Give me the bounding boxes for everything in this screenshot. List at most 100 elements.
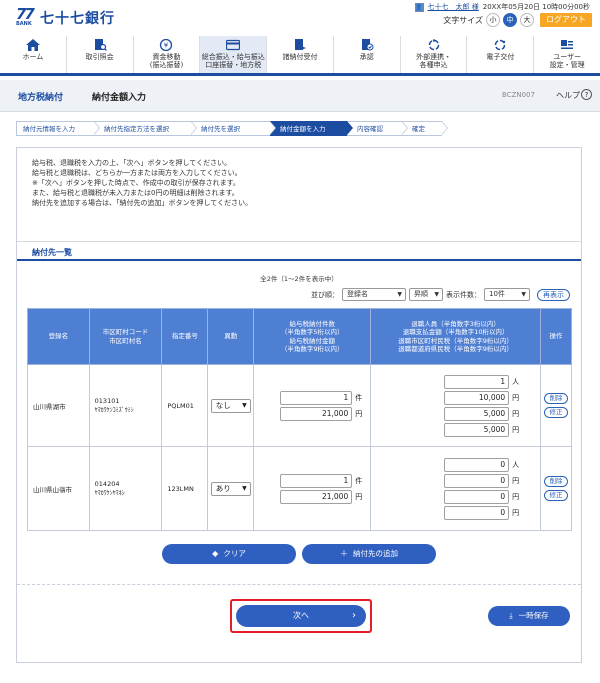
nav-label: 承認	[359, 53, 374, 61]
nav-label: 資金移動 (振込振替)	[149, 53, 184, 69]
user-icon: 👤	[414, 2, 424, 12]
payment-icon	[295, 39, 307, 50]
sort-order-select[interactable]: 昇順	[409, 288, 443, 301]
table-header-row: 登録名 市区町村コード 市区町村名 指定番号 異動 給与税納付件数 （半角数字5…	[27, 308, 572, 365]
nav-label: 諸納付受付	[282, 53, 318, 61]
unit-label: 件	[355, 476, 363, 485]
retire-pref-tax-input[interactable]: 5,000	[444, 422, 510, 437]
step-4-current: 納付金額を入力	[270, 121, 353, 136]
page-size-label: 表示件数：	[446, 290, 481, 299]
salary-count-input[interactable]: 1	[280, 390, 353, 405]
nav-user-settings[interactable]: ユーザー 設定・管理	[533, 36, 600, 73]
table-row: 山川県山嶺市 014204 ﾔﾏｶﾜｹﾝﾔﾏﾈｼ 123LMN あり 1件 21…	[27, 446, 572, 531]
col-ops-header: 操作	[540, 308, 572, 365]
page-size-select[interactable]: 10件	[484, 288, 530, 301]
retire-payment-input[interactable]: 10,000	[444, 390, 510, 405]
nav-external-linkage[interactable]: 外部連携・ 各種申込	[399, 36, 467, 73]
help-icon[interactable]: ?	[581, 89, 592, 100]
edit-button[interactable]: 修正	[544, 490, 568, 501]
row-code-cell: 014204 ﾔﾏｶﾜｹﾝﾔﾏﾈｼ	[88, 446, 163, 531]
step-6: 確定	[402, 121, 448, 136]
delete-button[interactable]: 削除	[544, 476, 568, 487]
step-5: 内容確認	[347, 121, 408, 136]
sort-bar: 並び順： 登録名 昇順 表示件数： 10件 再表示	[311, 288, 570, 301]
row-salary-cell: 1件 21,000 円	[253, 446, 372, 531]
sort-field-select[interactable]: 登録名	[342, 288, 406, 301]
bank-logo[interactable]: 77 BANK 七十七銀行	[16, 5, 115, 29]
record-count: 全2件（1～2件を表示中）	[260, 275, 338, 283]
retire-pref-tax-input[interactable]: 0	[444, 505, 510, 520]
add-payee-button[interactable]: ＋ 納付先の追加	[302, 544, 436, 564]
page-category: 地方税納付	[18, 93, 64, 103]
row-ops-cell: 削除 修正	[540, 446, 572, 531]
clear-button[interactable]: ◆ クリア	[162, 544, 296, 564]
col-salary-header: 給与税納付件数 （半角数字5桁以内） 給与税納付金額 （半角数字9桁以内）	[253, 308, 372, 365]
table-actions: ◆ クリア ＋ 納付先の追加	[17, 544, 581, 564]
change-select[interactable]: なし	[210, 398, 251, 413]
download-icon: ⤓	[509, 611, 513, 620]
next-label: 次へ	[293, 611, 309, 620]
retire-city-tax-input[interactable]: 5,000	[444, 406, 510, 421]
reshow-button[interactable]: 再表示	[537, 288, 570, 301]
main-panel: 給与税、退職税を入力の上、「次へ」ボタンを押してください。 給与税と退職税は、ど…	[16, 147, 582, 663]
unit-label: 円	[512, 508, 520, 517]
unit-label: 円	[512, 409, 520, 418]
retire-people-input[interactable]: 0	[444, 457, 510, 472]
save-temp-button[interactable]: ⤓ 一時保存	[488, 606, 570, 626]
instruction-line: ※「次へ」ボタンを押した時点で、作成中の取引が保存されます。	[32, 179, 240, 187]
col-name-header: 登録名	[27, 308, 90, 365]
salary-amount-input[interactable]: 21,000	[280, 406, 353, 421]
unit-label: 円	[512, 425, 520, 434]
col-retire-header: 退職人員（半角数字3桁以内） 退職支払金額（半角数字10桁以内） 退職市区町村民…	[370, 308, 541, 365]
retire-payment-input[interactable]: 0	[444, 473, 510, 488]
sort-label: 並び順：	[311, 290, 339, 299]
screen-id: BCZN007	[502, 91, 535, 99]
change-select[interactable]: あり	[210, 481, 251, 496]
user-name[interactable]: 七十七 太郎 様	[428, 2, 479, 12]
retire-people-input[interactable]: 1	[444, 374, 510, 389]
instructions: 給与税、退職税を入力の上、「次へ」ボタンを押してください。 給与税と退職税は、ど…	[32, 158, 252, 208]
delete-button[interactable]: 削除	[544, 393, 568, 404]
eraser-icon: ◆	[212, 549, 219, 558]
edit-button[interactable]: 修正	[544, 407, 568, 418]
font-size-medium-button[interactable]: 中	[503, 13, 517, 27]
col-code-header: 市区町村コード 市区町村名	[88, 308, 163, 365]
next-button-highlight: 次へ ›	[230, 599, 372, 633]
row-salary-cell: 1件 21,000 円	[253, 364, 372, 447]
retire-city-tax-input[interactable]: 0	[444, 489, 510, 504]
step-2: 納付先指定方法を選択	[94, 121, 197, 136]
next-button[interactable]: 次へ ›	[236, 605, 366, 627]
row-code-kana: ﾔﾏｶﾜｹﾝﾔﾏﾈｼ	[94, 490, 125, 497]
font-size-small-button[interactable]: 小	[486, 13, 500, 27]
salary-amount-input[interactable]: 21,000	[280, 489, 353, 504]
nav-bulk-transfer-local-tax[interactable]: 総合振込・給与振込 口座振替・地方税	[199, 36, 267, 73]
salary-count-input[interactable]: 1	[280, 473, 353, 488]
user-info: 👤 七十七 太郎 様 20XX年05月20日 10時00分00秒	[414, 2, 590, 12]
logout-button[interactable]: ログアウト	[540, 13, 592, 27]
nav-fund-transfer[interactable]: ¥ 資金移動 (振込振替)	[132, 36, 200, 73]
nav-payment-reception[interactable]: 諸納付受付	[266, 36, 333, 73]
section-title: 納付先一覧	[32, 248, 72, 257]
table-row: 山川県湖市 013101 ﾔﾏｶﾜｹﾝｺﾐｽﾞｳﾐｼ PQLM01 なし 1件 …	[27, 364, 572, 447]
col-change-header: 異動	[207, 308, 255, 365]
font-size-label: 文字サイズ	[443, 15, 483, 25]
nav-label: 電子交付	[486, 53, 515, 61]
nav-approval[interactable]: 承認	[332, 36, 400, 73]
instruction-line: また、給与税と退職税が未入力または0円の明細は削除されます。	[32, 189, 239, 197]
row-designation: PQLM01	[161, 364, 209, 447]
row-code-kana: ﾔﾏｶﾜｹﾝｺﾐｽﾞｳﾐｼ	[94, 407, 134, 414]
row-retire-cell: 1人 10,000 円 5,000 円 5,000 円	[370, 364, 541, 447]
link-icon	[428, 39, 439, 51]
nav-transaction-inquiry[interactable]: 取引照会	[65, 36, 133, 73]
add-payee-label: 納付先の追加	[353, 549, 398, 558]
font-size-large-button[interactable]: 大	[520, 13, 534, 27]
divider	[17, 584, 581, 585]
nav-home[interactable]: ホーム	[0, 36, 66, 73]
clear-label: クリア	[223, 549, 246, 558]
payee-table: 登録名 市区町村コード 市区町村名 指定番号 異動 給与税納付件数 （半角数字5…	[27, 308, 572, 531]
step-1: 納付元情報を入力	[16, 121, 100, 136]
nav-e-delivery[interactable]: 電子交付	[466, 36, 533, 73]
save-temp-label: 一時保存	[518, 611, 549, 620]
unit-label: 人	[512, 377, 520, 386]
help-link[interactable]: ヘルプ	[556, 90, 580, 101]
